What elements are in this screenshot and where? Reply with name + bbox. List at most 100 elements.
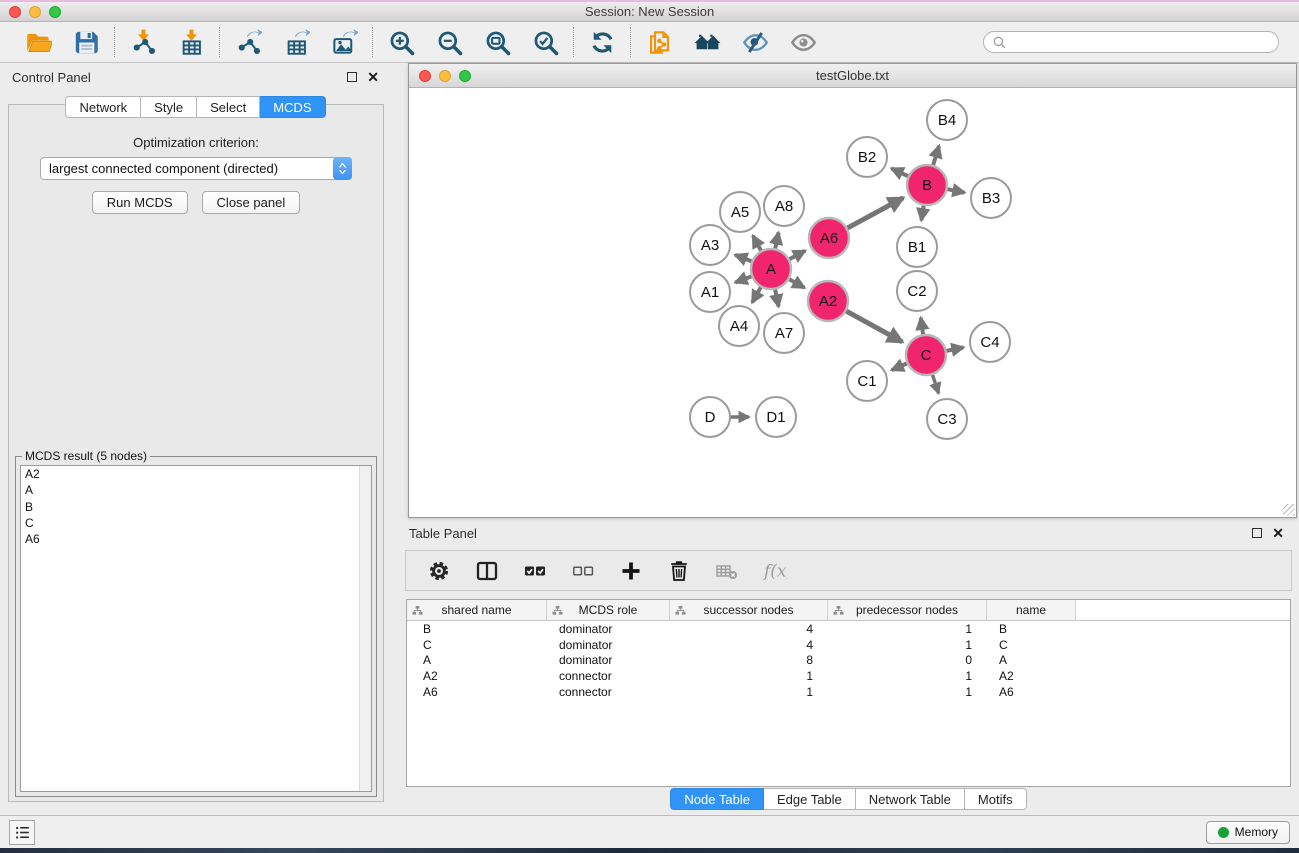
tab-node-table[interactable]: Node Table — [670, 788, 764, 810]
tab-motifs[interactable]: Motifs — [965, 788, 1027, 810]
tab-network-table[interactable]: Network Table — [856, 788, 965, 810]
table-cell[interactable]: 4 — [670, 622, 828, 636]
node-label-C1: C1 — [857, 373, 876, 390]
float-panel-icon[interactable] — [347, 72, 357, 82]
show-graphics-details-icon — [790, 29, 817, 56]
zoom-selected-region-button[interactable] — [530, 27, 560, 57]
table-cell[interactable]: A6 — [407, 685, 547, 699]
table-cell[interactable]: C — [407, 638, 547, 652]
column-header-predecessor-nodes[interactable]: predecessor nodes — [828, 600, 987, 620]
close-panel-icon[interactable]: ✕ — [367, 72, 379, 82]
open-file-button[interactable] — [23, 27, 53, 57]
node-label-B: B — [922, 177, 932, 194]
table-cell[interactable]: 8 — [670, 653, 828, 667]
mcds-result-item[interactable]: B — [21, 499, 371, 515]
tab-mcds[interactable]: MCDS — [260, 96, 325, 118]
resize-grip[interactable] — [1283, 504, 1295, 516]
export-network-button[interactable] — [233, 27, 263, 57]
zoom-fit-content-button[interactable] — [482, 27, 512, 57]
table-row[interactable]: Bdominator41B — [407, 621, 1290, 637]
network-canvas[interactable]: B4B2BB3A8A5A6A3B1AA1C2A2A4A7C4CC1C3DD1 — [409, 88, 1296, 517]
mcds-result-item[interactable]: C — [21, 515, 371, 531]
hide-graphics-details-button[interactable] — [740, 27, 770, 57]
table-cell[interactable]: B — [987, 622, 1076, 636]
table-cell[interactable]: dominator — [547, 622, 670, 636]
edge-C-C3[interactable] — [932, 372, 939, 393]
delete-column-button[interactable] — [662, 556, 696, 586]
mcds-result-item[interactable]: A2 — [21, 466, 371, 482]
workspace-area: testGlobe.txt B4B2BB3A8A5A6A3B1AA1C2A2A4… — [391, 63, 1299, 815]
table-cell[interactable]: A6 — [987, 685, 1076, 699]
tab-style[interactable]: Style — [141, 96, 197, 118]
node-label-A: A — [766, 261, 776, 278]
table-settings-button[interactable] — [422, 556, 456, 586]
add-column-button[interactable] — [614, 556, 648, 586]
tab-network[interactable]: Network — [65, 96, 141, 118]
memory-button[interactable]: Memory — [1206, 821, 1290, 844]
zoom-in-button[interactable] — [386, 27, 416, 57]
table-cell[interactable]: A2 — [407, 669, 547, 683]
refresh-view-button[interactable] — [587, 27, 617, 57]
home-button[interactable] — [692, 27, 722, 57]
run-mcds-button[interactable]: Run MCDS — [92, 191, 188, 214]
table-cell[interactable]: 1 — [828, 622, 987, 636]
import-network-from-file-button[interactable] — [128, 27, 158, 57]
hierarchy-icon — [675, 605, 686, 616]
table-row[interactable]: A6connector11A6 — [407, 684, 1290, 700]
table-cell[interactable]: connector — [547, 685, 670, 699]
edge-A6-B[interactable] — [845, 198, 903, 230]
table-cell[interactable]: 0 — [828, 653, 987, 667]
split-view-button[interactable] — [470, 556, 504, 586]
select-all-button[interactable] — [518, 556, 552, 586]
close-panel-button[interactable]: Close panel — [202, 191, 301, 214]
clone-network-button[interactable] — [644, 27, 674, 57]
table-cell[interactable]: 1 — [828, 638, 987, 652]
column-header-shared-name[interactable]: shared name — [407, 600, 547, 620]
table-cell[interactable]: dominator — [547, 638, 670, 652]
tab-select[interactable]: Select — [197, 96, 260, 118]
table-row[interactable]: A2connector11A2 — [407, 668, 1290, 684]
table-cell[interactable]: A — [987, 653, 1076, 667]
table-header-row: shared nameMCDS rolesuccessor nodesprede… — [407, 600, 1290, 621]
export-table-button[interactable] — [281, 27, 311, 57]
table-cell[interactable]: 1 — [670, 669, 828, 683]
result-scrollbar[interactable] — [359, 466, 371, 791]
column-header-successor-nodes[interactable]: successor nodes — [670, 600, 828, 620]
save-session-button[interactable] — [71, 27, 101, 57]
edge-A2-C[interactable] — [844, 310, 903, 342]
mcds-result-list[interactable]: A2ABCA6 — [20, 465, 372, 792]
network-graph[interactable]: B4B2BB3A8A5A6A3B1AA1C2A2A4A7C4CC1C3DD1 — [409, 88, 1296, 517]
table-cell[interactable]: 1 — [670, 685, 828, 699]
hierarchy-icon — [833, 605, 844, 616]
table-cell[interactable]: dominator — [547, 653, 670, 667]
task-history-button[interactable] — [9, 820, 35, 845]
table-cell[interactable]: 1 — [828, 669, 987, 683]
tab-edge-table[interactable]: Edge Table — [764, 788, 856, 810]
mcds-result-item[interactable]: A — [21, 482, 371, 498]
import-network-from-file-icon — [130, 29, 157, 56]
column-header-mcds-role[interactable]: MCDS role — [547, 600, 670, 620]
table-cell[interactable]: C — [987, 638, 1076, 652]
table-cell[interactable]: 1 — [828, 685, 987, 699]
table-cell[interactable]: 4 — [670, 638, 828, 652]
table-cell[interactable]: A2 — [987, 669, 1076, 683]
float-table-panel-icon[interactable] — [1252, 528, 1262, 538]
unselect-all-button[interactable] — [566, 556, 600, 586]
table-cell[interactable]: A — [407, 653, 547, 667]
table-row[interactable]: Cdominator41C — [407, 637, 1290, 653]
search-input[interactable] — [1011, 35, 1270, 49]
table-cell[interactable]: B — [407, 622, 547, 636]
mcds-result-item[interactable]: A6 — [21, 531, 371, 547]
table-row[interactable]: Adominator80A — [407, 652, 1290, 668]
close-table-panel-icon[interactable]: ✕ — [1272, 528, 1284, 538]
zoom-out-button[interactable] — [434, 27, 464, 57]
column-header-name[interactable]: name — [987, 600, 1076, 620]
network-window-titlebar[interactable]: testGlobe.txt — [409, 64, 1296, 88]
import-table-from-file-button[interactable] — [176, 27, 206, 57]
criterion-dropdown[interactable]: largest connected component (directed) — [40, 157, 352, 180]
export-image-button[interactable] — [329, 27, 359, 57]
node-label-A7: A7 — [775, 325, 793, 342]
table-cell[interactable]: connector — [547, 669, 670, 683]
edge-B-B4[interactable] — [932, 146, 939, 168]
show-graphics-details-button[interactable] — [788, 27, 818, 57]
